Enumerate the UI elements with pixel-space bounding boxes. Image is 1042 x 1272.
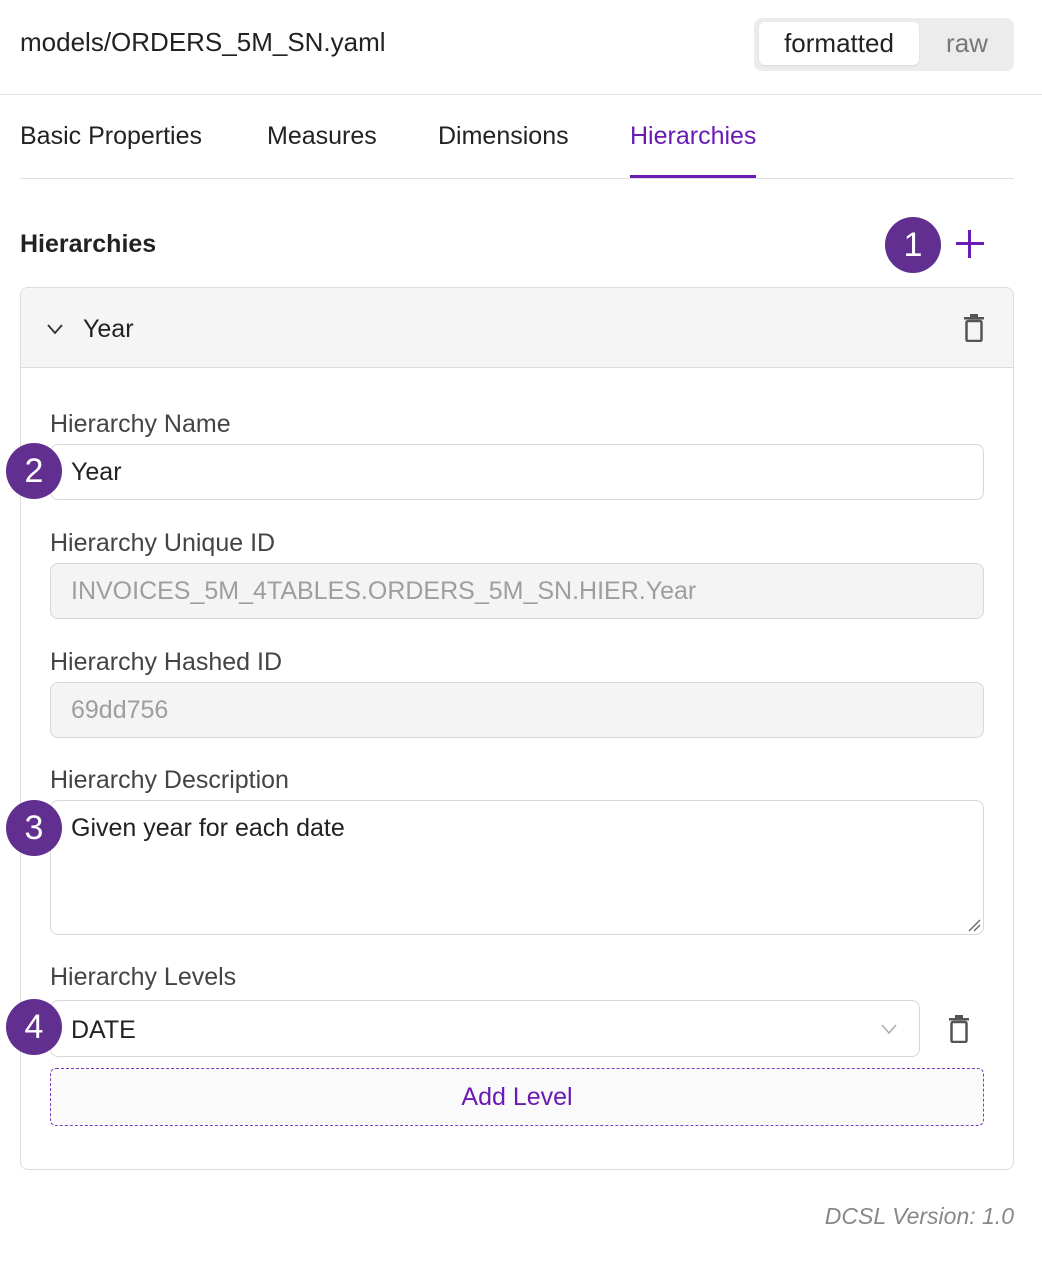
tab-dimensions[interactable]: Dimensions [438, 122, 569, 178]
hierarchy-levels-label: Hierarchy Levels [50, 963, 237, 991]
section-title: Hierarchies [20, 230, 157, 258]
step-badge-3: 3 [6, 800, 62, 856]
top-bar: models/ORDERS_5M_SN.yaml formatted raw [0, 0, 1042, 95]
formatted-toggle-button[interactable]: formatted [759, 22, 919, 65]
file-title: models/ORDERS_5M_SN.yaml [20, 27, 386, 57]
trash-icon[interactable] [948, 1015, 970, 1043]
raw-toggle-button[interactable]: raw [926, 22, 1008, 65]
hierarchy-level-select[interactable]: DATE [50, 1000, 920, 1057]
tab-measures[interactable]: Measures [267, 122, 377, 178]
hierarchy-card-header[interactable]: Year [21, 288, 1013, 368]
hierarchy-card-title: Year [83, 315, 134, 343]
hierarchy-hashed-id-label: Hierarchy Hashed ID [50, 648, 283, 676]
step-badge-1: 1 [885, 217, 941, 273]
hierarchy-description-text: Given year for each date [71, 814, 345, 842]
hierarchy-level-value: DATE [71, 1016, 136, 1044]
tab-basic-properties[interactable]: Basic Properties [20, 122, 202, 178]
hierarchy-name-input[interactable]: Year [50, 444, 984, 500]
hierarchy-unique-id-field: INVOICES_5M_4TABLES.ORDERS_5M_SN.HIER.Ye… [50, 563, 984, 619]
step-badge-2: 2 [6, 443, 62, 499]
resize-grip-icon[interactable] [967, 918, 981, 932]
hierarchy-description-label: Hierarchy Description [50, 766, 289, 794]
chevron-down-icon[interactable] [47, 321, 63, 337]
add-level-button[interactable]: Add Level [50, 1068, 984, 1126]
hierarchy-name-label: Hierarchy Name [50, 410, 231, 438]
tab-hierarchies[interactable]: Hierarchies [630, 122, 757, 178]
hierarchy-unique-id-label: Hierarchy Unique ID [50, 529, 276, 557]
trash-icon[interactable] [963, 314, 985, 342]
view-toggle: formatted raw [754, 18, 1014, 71]
tab-bar: Basic Properties Measures Dimensions Hie… [20, 95, 1014, 179]
plus-icon[interactable] [955, 229, 985, 259]
step-badge-4: 4 [6, 999, 62, 1055]
hierarchy-hashed-id-field: 69dd756 [50, 682, 984, 738]
chevron-down-icon [881, 1024, 897, 1035]
dcsl-version: DCSL Version: 1.0 [824, 1203, 1014, 1229]
hierarchy-description-textarea[interactable]: Given year for each date [50, 800, 984, 935]
